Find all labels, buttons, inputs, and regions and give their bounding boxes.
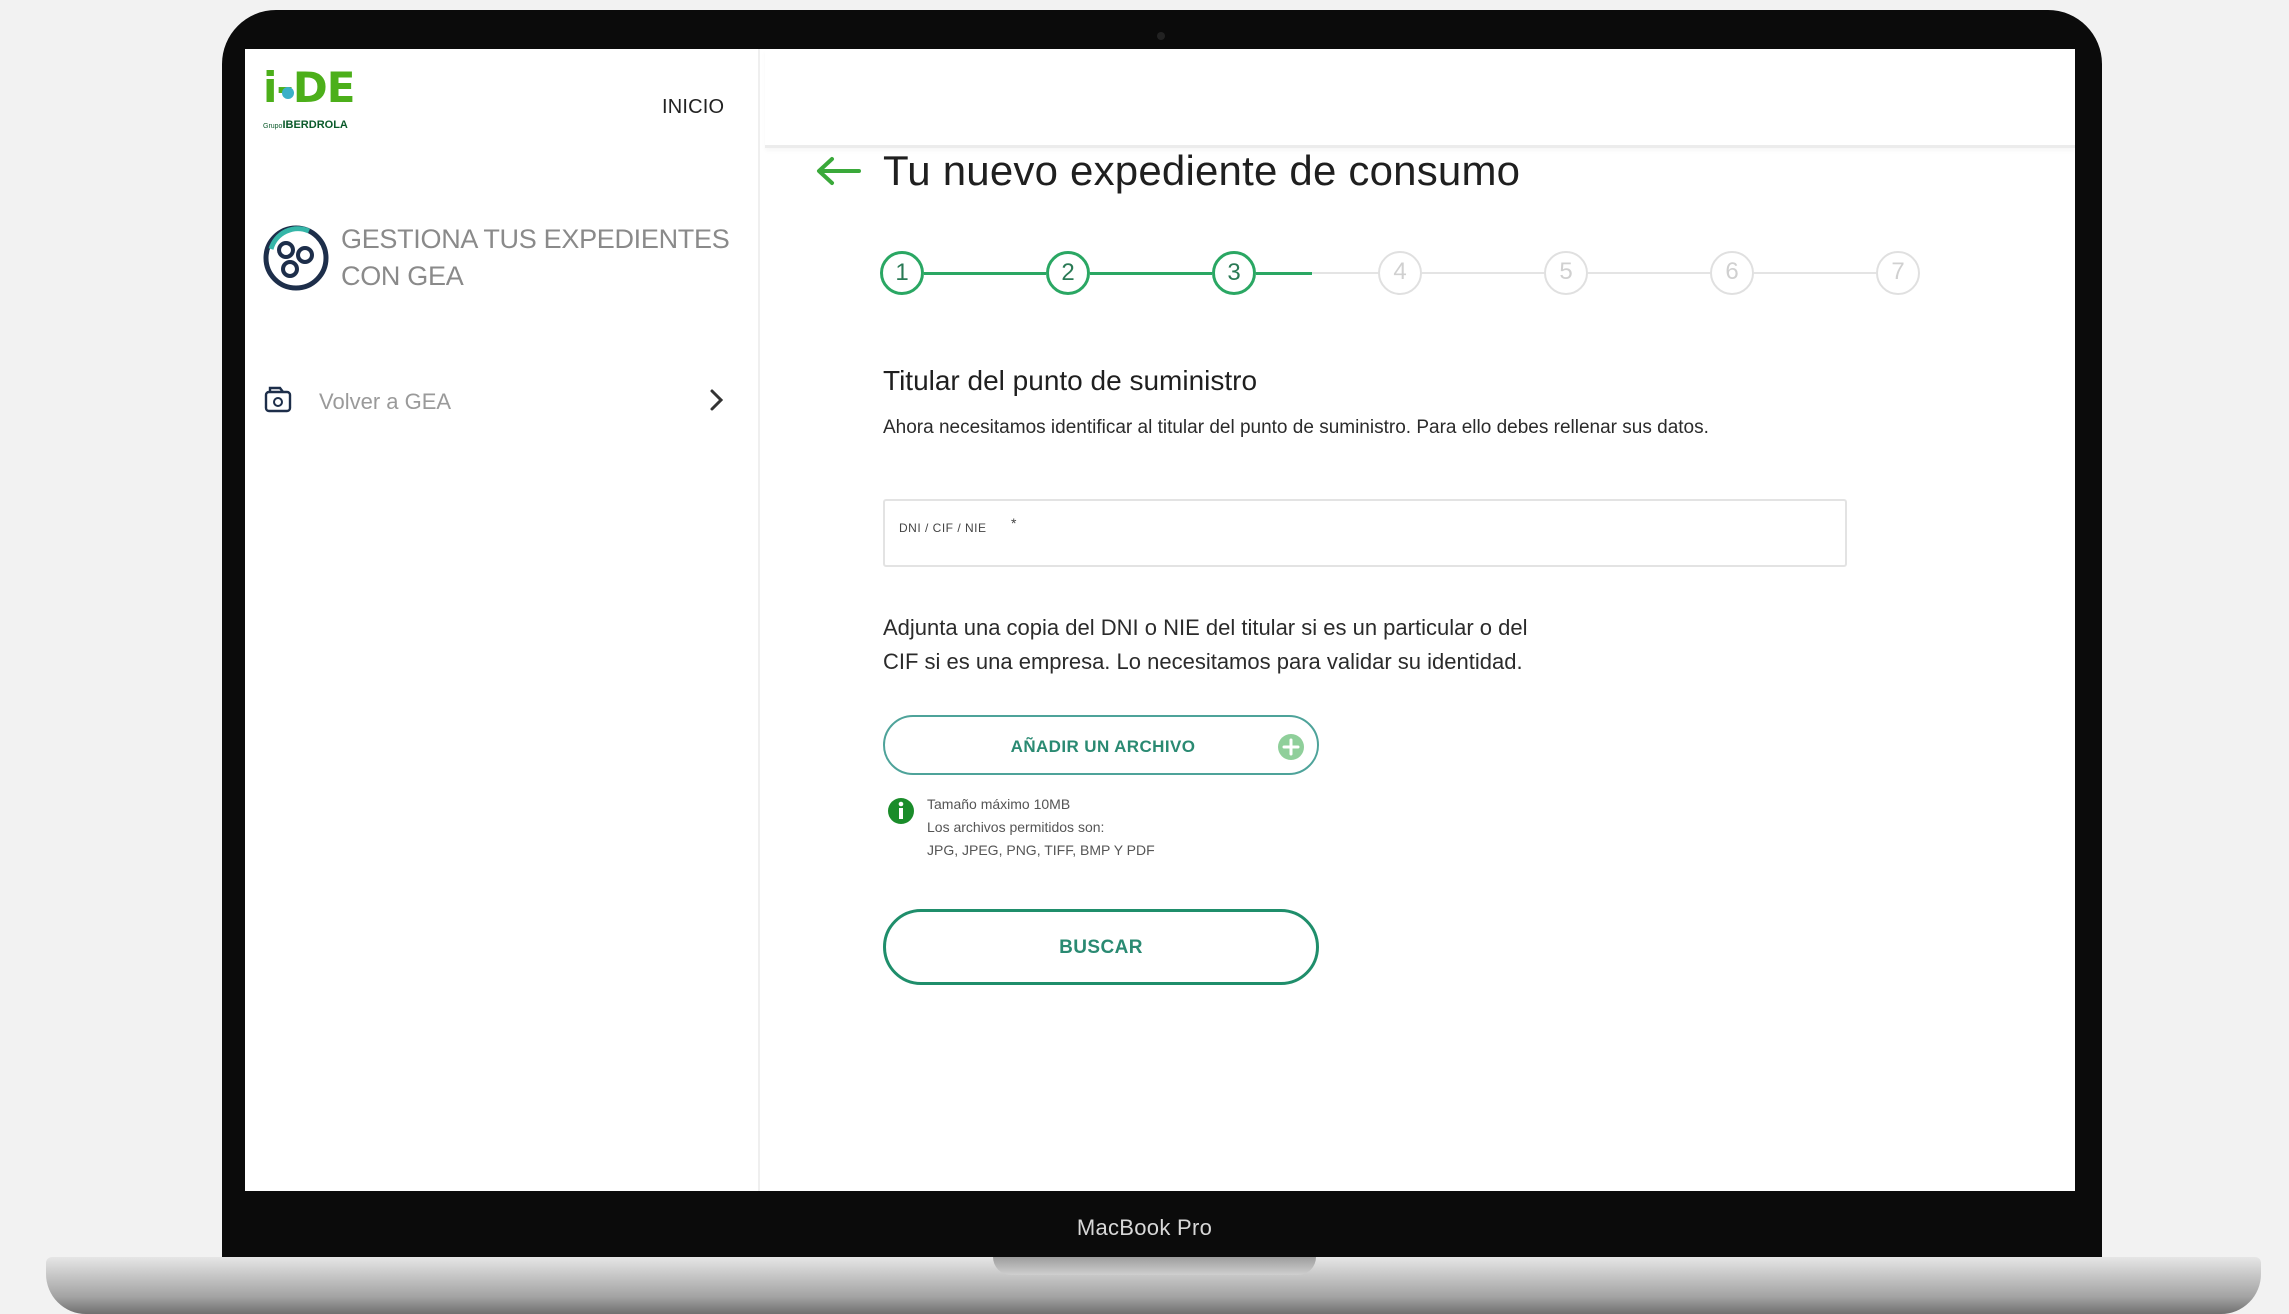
add-file-label: AÑADIR UN ARCHIVO [1010,737,1196,756]
step-4: 4 [1378,251,1422,295]
logo-text: i-DE [263,63,355,112]
step-5: 5 [1544,251,1588,295]
step-1: 1 [880,251,924,295]
plus-circle-icon [1278,734,1304,760]
step-7: 7 [1876,251,1920,295]
file-info: Tamaño máximo 10MB Los archivos permitid… [927,793,1155,862]
attach-instructions-line2: CIF si es una empresa. Lo necesitamos pa… [883,649,1523,674]
screen: i-DE GrupoIBERDROLA INICIO GESTIONA TUS … [245,49,2075,1191]
section-title: Titular del punto de suministro [883,365,1258,396]
nav-inicio-link[interactable]: INICIO [662,96,724,119]
back-to-gea-label: Volver a GEA [319,389,452,414]
section-description: Ahora necesitamos identificar al titular… [883,417,1709,438]
file-info-allowed-title: Los archivos permitidos son: [927,819,1105,835]
folder-icon [264,386,292,413]
step-connector-3-active [1256,272,1312,275]
search-button[interactable]: BUSCAR [883,909,1319,985]
back-to-gea-link[interactable]: Volver a GEA [263,379,728,423]
logo-dot-icon [282,87,294,99]
logo-subtitle-small: Grupo [263,123,283,130]
stepper: 1 2 3 4 5 6 7 [880,251,1930,307]
info-icon [888,798,914,824]
search-button-label: BUSCAR [1059,937,1143,958]
gea-logo-icon [263,225,329,291]
step-connector-1 [924,272,1046,275]
main-content: Tu nuevo expediente de consumo 1 2 3 4 5… [765,49,2075,1095]
laptop-notch [993,1257,1316,1275]
add-file-button[interactable]: AÑADIR UN ARCHIVO [883,715,1319,775]
gea-title: GESTIONA TUS EXPEDIENTES CON GEA [341,221,730,295]
logo-subtitle-main: IBERDROLA [282,119,348,131]
required-mark: * [1011,515,1017,531]
step-2: 2 [1046,251,1090,295]
id-document-field[interactable]: DNI / CIF / NIE * [883,499,1847,567]
step-connector-6 [1754,272,1876,274]
gea-section: GESTIONA TUS EXPEDIENTES CON GEA [263,221,743,301]
device-label: MacBook Pro [1076,1215,1213,1240]
page-title: Tu nuevo expediente de consumo [883,147,1521,194]
step-3: 3 [1212,251,1256,295]
step-connector-4 [1422,272,1544,274]
step-6: 6 [1710,251,1754,295]
attach-instructions: Adjunta una copia del DNI o NIE del titu… [883,611,1643,679]
id-document-input[interactable] [899,537,1823,563]
step-connector-2 [1090,272,1212,275]
logo-subtitle: GrupoIBERDROLA [263,119,348,131]
file-info-max-size: Tamaño máximo 10MB [927,796,1071,812]
chevron-right-icon [710,389,724,411]
file-info-allowed-types: JPG, JPEG, PNG, TIFF, BMP Y PDF [927,842,1155,858]
camera [1157,32,1165,40]
step-connector-3-rest [1312,272,1378,274]
logo[interactable]: i-DE GrupoIBERDROLA [263,63,373,133]
gea-title-line2: CON GEA [341,261,464,291]
back-arrow-icon[interactable] [815,156,861,186]
id-document-label: DNI / CIF / NIE [899,521,987,535]
gea-title-line1: GESTIONA TUS EXPEDIENTES [341,224,730,254]
sidebar: i-DE GrupoIBERDROLA INICIO GESTIONA TUS … [245,49,760,1191]
step-connector-5 [1588,272,1710,274]
attach-instructions-line1: Adjunta una copia del DNI o NIE del titu… [883,615,1528,640]
